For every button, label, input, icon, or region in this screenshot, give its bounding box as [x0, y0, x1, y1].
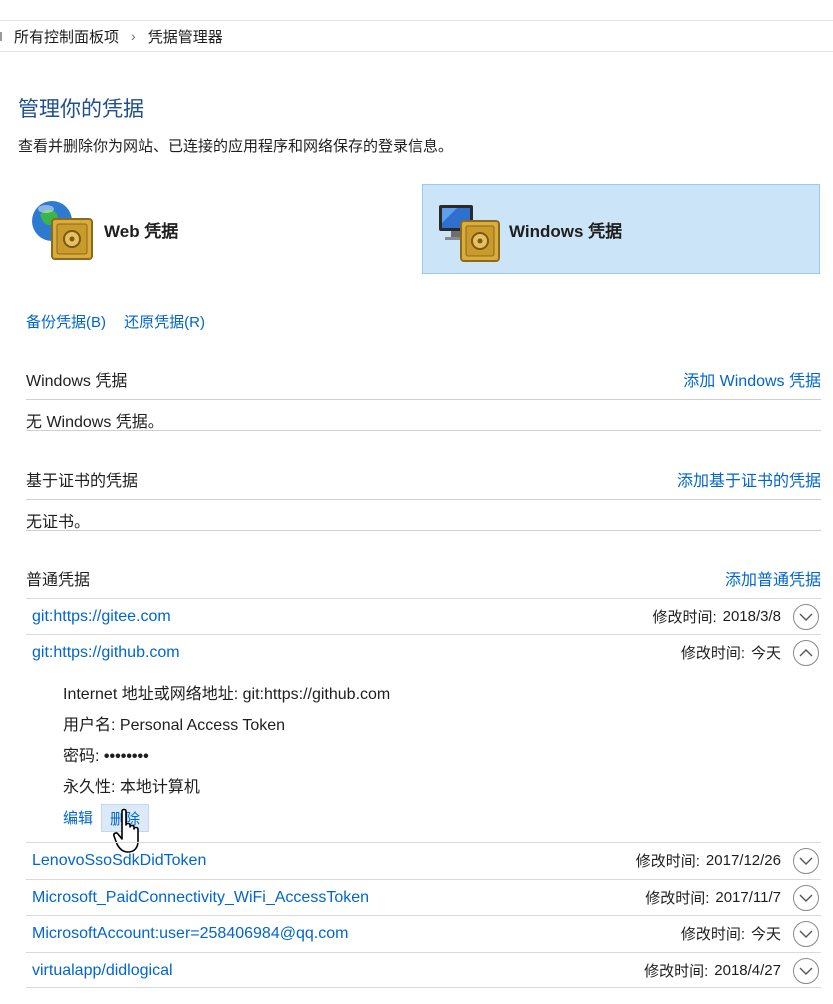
credential-name[interactable]: git:https://gitee.com — [26, 608, 171, 626]
username-value: Personal Access Token — [119, 717, 286, 734]
add-certificate-credential-link[interactable]: 添加基于证书的凭据 — [677, 467, 821, 491]
add-windows-credential-link[interactable]: 添加 Windows 凭据 — [683, 367, 821, 391]
detail-password: 密码: •••••••• — [63, 742, 149, 766]
address-value: git:https://github.com — [242, 686, 391, 703]
breadcrumb: 所有控制面板项 › 凭据管理器 — [0, 21, 833, 52]
windows-credentials-tab[interactable]: Windows 凭据 — [422, 184, 820, 274]
modified-date: 今天 — [750, 645, 781, 662]
credential-name[interactable]: Microsoft_PaidConnectivity_WiFi_AccessTo… — [26, 889, 369, 907]
chevron-down-icon[interactable] — [793, 884, 819, 911]
password-value: •••••••• — [103, 748, 149, 765]
page-description: 查看并删除你为网站、已连接的应用程序和网络保存的登录信息。 — [18, 138, 454, 155]
breadcrumb-root[interactable]: 所有控制面板项 — [14, 26, 119, 47]
credential-name[interactable]: LenovoSsoSdkDidToken — [26, 852, 206, 870]
modified-label: 修改时间: — [635, 853, 700, 870]
modified-date: 今天 — [750, 926, 781, 943]
modified-date: 2018/3/8 — [722, 608, 781, 625]
credential-name[interactable]: MicrosoftAccount:user=258406984@qq.com — [26, 925, 348, 943]
credential-row-paid-connectivity[interactable]: Microsoft_PaidConnectivity_WiFi_AccessTo… — [26, 879, 821, 915]
credential-row-github[interactable]: git:https://github.com 修改时间: 今天 — [26, 634, 821, 670]
generic-credentials-heading: 普通凭据 — [26, 572, 91, 589]
password-label: 密码: — [63, 748, 100, 765]
windows-credentials-heading: Windows 凭据 — [26, 373, 128, 390]
breadcrumb-chevron-icon[interactable]: › — [131, 28, 136, 44]
generic-credentials-section: 普通凭据 添加普通凭据 — [26, 566, 821, 590]
section-divider — [26, 530, 821, 531]
modified-label: 修改时间: — [645, 890, 710, 907]
persistence-value: 本地计算机 — [119, 779, 200, 796]
credential-row-lenovo[interactable]: LenovoSsoSdkDidToken 修改时间: 2017/12/26 — [26, 842, 821, 878]
windows-credential-vault-icon — [439, 205, 500, 262]
web-credential-vault-icon — [32, 201, 93, 260]
windows-credentials-section: Windows 凭据 添加 Windows 凭据 无 Windows 凭据。 — [26, 367, 821, 431]
add-generic-credential-link[interactable]: 添加普通凭据 — [725, 566, 821, 590]
web-credentials-label: Web 凭据 — [104, 221, 179, 241]
modified-label: 修改时间: — [680, 645, 745, 662]
no-windows-credentials-text: 无 Windows 凭据。 — [26, 414, 164, 431]
backup-restore-links: 备份凭据(B) 还原凭据(R) — [26, 311, 219, 332]
certificate-credentials-heading: 基于证书的凭据 — [26, 473, 139, 490]
detail-address: Internet 地址或网络地址: git:https://github.com — [63, 680, 390, 704]
chevron-down-icon[interactable] — [793, 847, 819, 874]
chevron-up-icon[interactable] — [793, 639, 819, 666]
credential-name[interactable]: git:https://github.com — [26, 644, 180, 662]
credential-row-virtualapp[interactable]: virtualapp/didlogical 修改时间: 2018/4/27 — [26, 952, 821, 988]
certificate-credentials-section: 基于证书的凭据 添加基于证书的凭据 无证书。 — [26, 467, 821, 531]
modified-date: 2017/12/26 — [705, 852, 781, 869]
list-bottom-divider — [26, 987, 821, 988]
chevron-down-icon[interactable] — [793, 957, 819, 984]
chevron-down-icon[interactable] — [793, 920, 819, 947]
backup-credentials-link[interactable]: 备份凭据(B) — [26, 314, 106, 331]
persistence-label: 永久性: — [63, 779, 116, 796]
restore-credentials-link[interactable]: 还原凭据(R) — [124, 314, 205, 331]
detail-persistence: 永久性: 本地计算机 — [63, 773, 200, 797]
modified-date: 2018/4/27 — [714, 962, 781, 979]
detail-username: 用户名: Personal Access Token — [63, 711, 285, 735]
credential-row-gitee[interactable]: git:https://gitee.com 修改时间: 2018/3/8 — [26, 598, 821, 634]
breadcrumb-lead-mark — [0, 31, 2, 41]
modified-label: 修改时间: — [680, 926, 745, 943]
credential-row-microsoft-account[interactable]: MicrosoftAccount:user=258406984@qq.com 修… — [26, 915, 821, 951]
edit-credential-link[interactable]: 编辑 — [63, 807, 93, 835]
web-credentials-tab[interactable]: Web 凭据 — [26, 184, 366, 274]
credential-name[interactable]: virtualapp/didlogical — [26, 962, 173, 980]
no-certificates-text: 无证书。 — [26, 514, 91, 531]
username-label: 用户名: — [63, 717, 116, 734]
chevron-down-icon[interactable] — [793, 603, 819, 630]
breadcrumb-current[interactable]: 凭据管理器 — [148, 26, 223, 47]
address-label: Internet 地址或网络地址: — [63, 686, 239, 703]
modified-label: 修改时间: — [644, 963, 709, 980]
modified-label: 修改时间: — [652, 609, 717, 626]
windows-credentials-label: Windows 凭据 — [509, 221, 623, 241]
modified-date: 2017/11/7 — [715, 889, 781, 906]
page-title: 管理你的凭据 — [18, 98, 144, 121]
